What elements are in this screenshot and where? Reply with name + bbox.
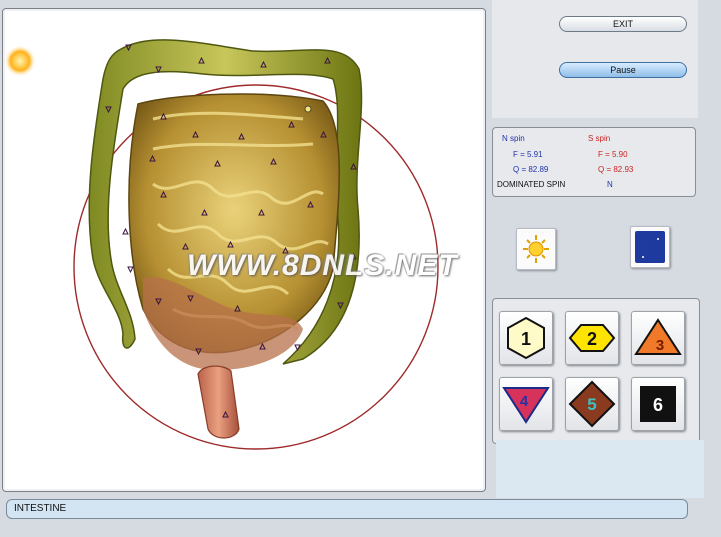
level-3-button[interactable]: 3 bbox=[631, 311, 685, 365]
hexagon-icon: 1 bbox=[507, 316, 545, 360]
marker-dot bbox=[304, 105, 312, 113]
status-bar: INTESTINE bbox=[6, 499, 688, 519]
svg-text:1: 1 bbox=[521, 329, 531, 349]
rectum bbox=[197, 365, 240, 439]
svg-text:3: 3 bbox=[656, 337, 664, 354]
level-1-button[interactable]: 1 bbox=[499, 311, 553, 365]
spin-readout: N spin S spin F = 5.91 F = 5.90 Q = 82.8… bbox=[492, 127, 696, 197]
dominated-spin-value: N bbox=[607, 180, 613, 189]
focus-glow bbox=[4, 45, 36, 77]
moon-icon bbox=[635, 231, 665, 263]
watermark: WWW.8DNLS.NET bbox=[187, 249, 458, 282]
info-area bbox=[496, 440, 704, 498]
organ-name: INTESTINE bbox=[14, 503, 67, 514]
dominated-spin-label: DOMINATED SPIN bbox=[497, 180, 566, 189]
level-4-button[interactable]: 4 bbox=[499, 377, 553, 431]
s-spin-title: S spin bbox=[588, 134, 611, 143]
night-mode-button[interactable] bbox=[630, 226, 670, 268]
s-spin-q: Q = 82.93 bbox=[598, 165, 634, 174]
svg-text:5: 5 bbox=[587, 395, 596, 414]
triangle-icon: 3 bbox=[634, 318, 682, 355]
exit-button[interactable]: EXIT bbox=[559, 16, 687, 32]
svg-text:6: 6 bbox=[653, 395, 663, 415]
pause-button[interactable]: Pause bbox=[559, 62, 687, 78]
sun-icon bbox=[523, 235, 549, 263]
level-6-button[interactable]: 6 bbox=[631, 377, 685, 431]
n-spin-f: F = 5.91 bbox=[513, 150, 543, 159]
diamond-icon: 5 bbox=[568, 380, 616, 428]
svg-text:4: 4 bbox=[520, 393, 529, 410]
svg-text:2: 2 bbox=[587, 329, 597, 349]
n-spin-title: N spin bbox=[502, 134, 525, 143]
s-spin-f: F = 5.90 bbox=[598, 150, 628, 159]
day-mode-button[interactable] bbox=[516, 228, 556, 270]
organ-viewer[interactable]: WWW.8DNLS.NET bbox=[2, 8, 486, 492]
level-5-button[interactable]: 5 bbox=[565, 377, 619, 431]
square-icon: 6 bbox=[640, 386, 676, 422]
inverted-triangle-icon: 4 bbox=[502, 387, 550, 424]
level-2-button[interactable]: 2 bbox=[565, 311, 619, 365]
n-spin-q: Q = 82.89 bbox=[513, 165, 549, 174]
hexagon-icon: 2 bbox=[568, 324, 616, 352]
